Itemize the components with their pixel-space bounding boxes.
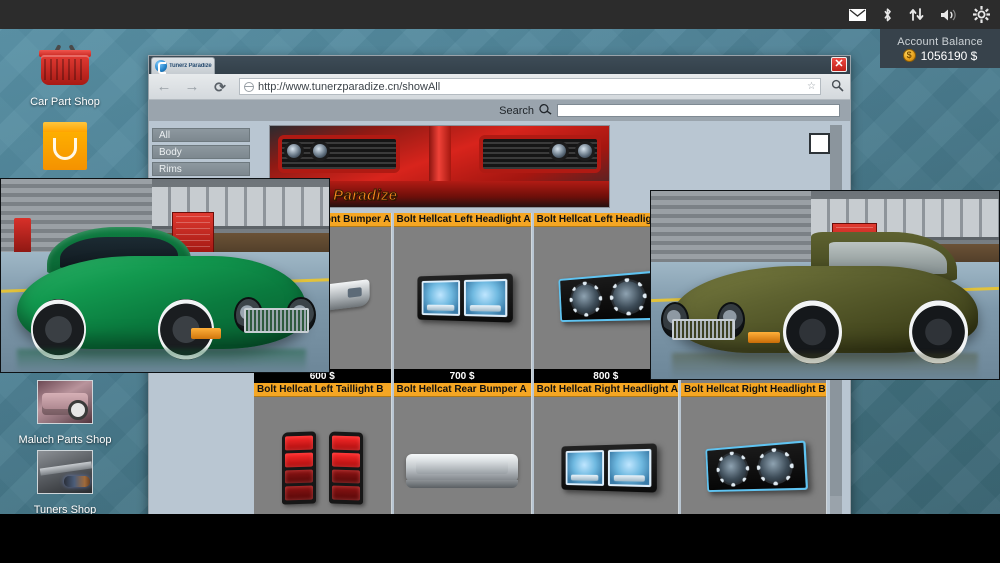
reload-button[interactable]: ⟳ — [211, 80, 229, 94]
category-label: Rims — [159, 163, 182, 175]
search-glass-icon — [538, 101, 554, 119]
product-image-headlight-round — [680, 397, 826, 519]
desktop-icon-maluch-parts-shop[interactable]: Maluch Parts Shop — [10, 374, 120, 446]
car-turn-signal — [191, 327, 221, 340]
globe-icon — [244, 81, 254, 92]
browser-navigation-toolbar: ← → ⟳ http://www.tunerzparadize.cn/showA… — [149, 74, 850, 100]
volume-icon[interactable] — [940, 8, 957, 22]
desktop-icon-label: Car Part Shop — [30, 96, 100, 108]
account-balance-row: $ 1056190 $ — [902, 48, 978, 63]
product-image-headlight-square — [393, 227, 531, 369]
category-item-rims[interactable]: Rims — [152, 162, 250, 176]
shopping-bag-icon — [37, 118, 93, 174]
site-search-row: Search — [149, 100, 850, 121]
olive-sports-car-preview — [650, 190, 1000, 380]
car-grille — [671, 318, 735, 340]
settings-gear-icon[interactable] — [973, 6, 990, 23]
category-item-body[interactable]: Body — [152, 145, 250, 159]
account-balance-amount: 1056190 $ — [920, 48, 978, 63]
select-all-checkbox[interactable] — [809, 133, 830, 154]
product-name: Bolt Hellcat Right Headlight B — [680, 383, 826, 397]
category-label: All — [159, 129, 171, 141]
back-button[interactable]: ← — [155, 79, 173, 94]
address-bar[interactable]: http://www.tunerzparadize.cn/showAll ☆ — [239, 78, 821, 95]
product-image-rear-bumper — [393, 397, 531, 519]
desktop-icon-car-part-shop[interactable]: Car Part Shop — [10, 36, 120, 108]
system-status-bar — [0, 0, 1000, 29]
close-icon[interactable]: ✕ — [831, 57, 847, 72]
shopping-basket-icon — [37, 36, 93, 92]
search-label: Search — [499, 104, 534, 117]
product-tile[interactable]: Bolt Hellcat Left Taillight B — [254, 383, 392, 519]
car-turn-signal — [748, 332, 780, 344]
banner-lamp-icon — [284, 141, 304, 161]
banner-lamp-icon — [575, 141, 595, 161]
forward-button[interactable]: → — [183, 79, 201, 94]
browser-logo-icon — [155, 60, 167, 74]
banner-lamp-icon — [310, 141, 330, 161]
product-image-headlight-square — [533, 397, 678, 519]
maluch-photo-icon — [37, 374, 93, 430]
category-label: Body — [159, 146, 182, 158]
browser-tab[interactable]: Tunerz Paradize — [151, 57, 215, 74]
account-balance-title: Account Balance — [897, 35, 983, 48]
product-image-taillight — [254, 397, 391, 519]
address-bar-url: http://www.tunerzparadize.cn/showAll — [258, 80, 441, 93]
search-icon[interactable] — [831, 79, 844, 95]
desktop-icon-tuners-shop[interactable]: Tuners Shop — [10, 444, 120, 516]
network-transfer-icon[interactable] — [909, 7, 924, 22]
product-name: Bolt Hellcat Left Taillight B — [254, 383, 391, 397]
bluetooth-icon[interactable] — [882, 7, 893, 23]
browser-tab-title: Tunerz Paradize — [169, 62, 212, 69]
product-price: 700 $ — [393, 369, 531, 383]
search-input[interactable] — [557, 104, 840, 117]
green-sports-car-preview — [0, 178, 330, 373]
screen-bottom-band — [0, 514, 1000, 563]
product-tile[interactable]: Bolt Hellcat Rear Bumper A — [393, 383, 532, 519]
mail-icon[interactable] — [849, 8, 866, 21]
exhaust-photo-icon — [37, 444, 93, 500]
product-name: Bolt Hellcat Left Headlight A — [393, 213, 531, 227]
product-name: Bolt Hellcat Right Headlight A — [533, 383, 678, 397]
car-floor-reflection — [17, 348, 307, 372]
car-floor-reflection — [671, 352, 979, 379]
bookmark-star-icon[interactable]: ☆ — [807, 81, 816, 92]
product-tile[interactable]: Bolt Hellcat Right Headlight B — [680, 383, 827, 519]
coin-icon: $ — [902, 49, 916, 62]
product-tile[interactable]: Bolt Hellcat Left Headlight A 700 $ — [393, 213, 532, 383]
browser-titlebar: Tunerz Paradize ✕ — [149, 56, 850, 74]
car-grille — [243, 308, 310, 334]
banner-lamp-icon — [549, 141, 569, 161]
game-screen: Car Part Shop Body Part Shop Maluch Part… — [0, 0, 1000, 563]
product-tile[interactable]: Bolt Hellcat Right Headlight A — [533, 383, 679, 519]
category-item-all[interactable]: All — [152, 128, 250, 142]
account-balance-panel: Account Balance $ 1056190 $ — [880, 29, 1000, 68]
banner-hood — [428, 126, 451, 184]
product-name: Bolt Hellcat Rear Bumper A — [393, 383, 531, 397]
